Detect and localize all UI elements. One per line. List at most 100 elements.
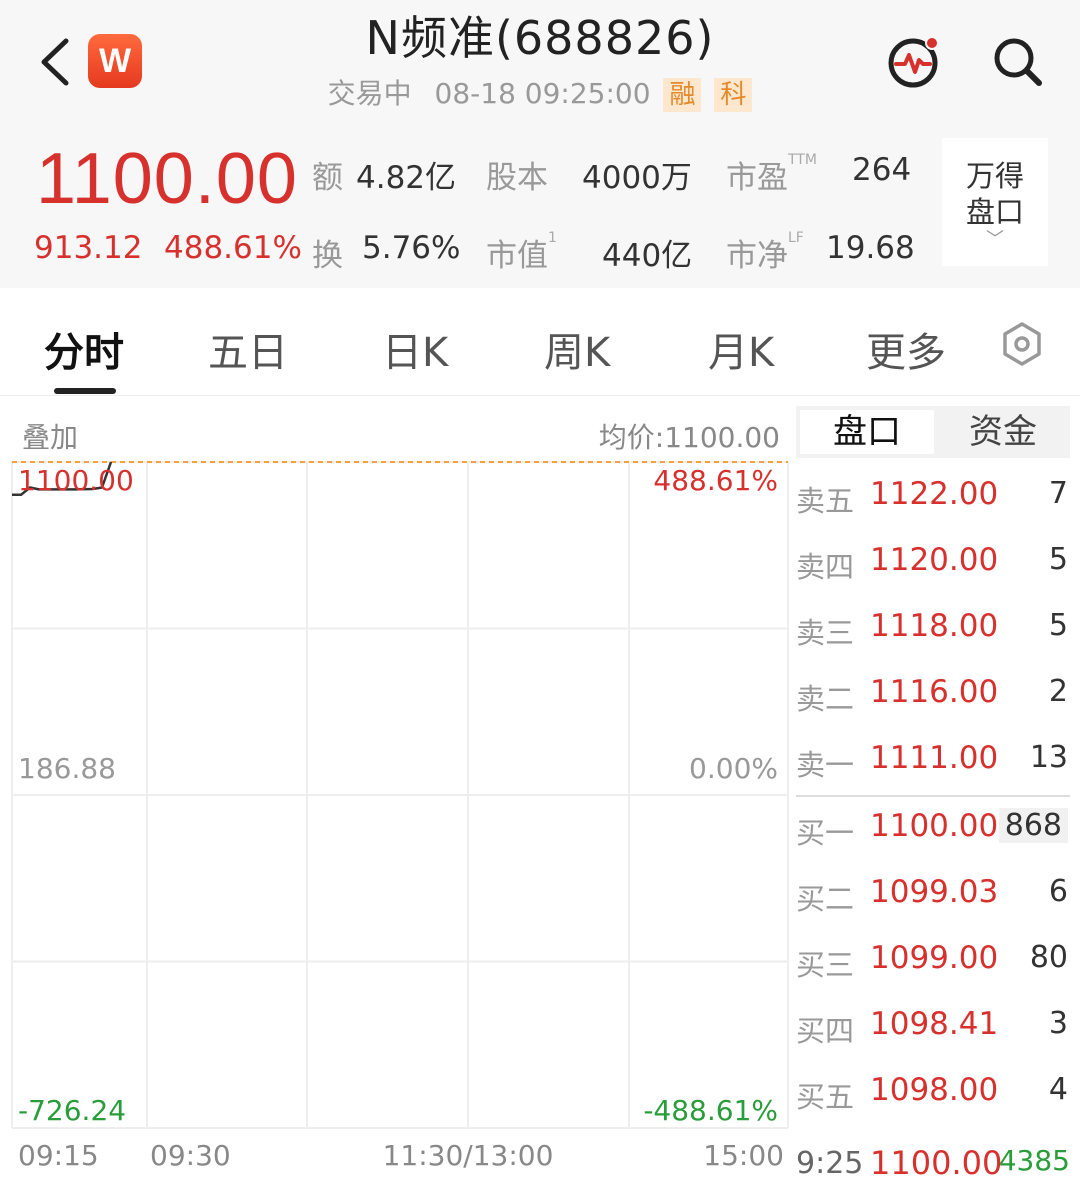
ask-volume: 13 xyxy=(1029,740,1068,775)
overlay-button[interactable]: 叠加 xyxy=(22,416,78,456)
ask-label: 卖一 xyxy=(796,748,855,782)
bid-volume: 80 xyxy=(1029,940,1068,975)
tab-intraday[interactable]: 分时 xyxy=(44,320,124,378)
ask-row-3: 卖三 1118.00 5 xyxy=(796,598,1070,654)
wande-orderbook-button[interactable]: 万得 盘口 ﹀ xyxy=(942,138,1048,266)
ask-price: 1122.00 xyxy=(870,476,999,512)
bid-price: 1098.00 xyxy=(870,1072,999,1108)
chevron-down-icon: ﹀ xyxy=(986,229,1004,250)
share-capital-value: 4000万 xyxy=(582,160,692,196)
ask-label: 卖四 xyxy=(796,550,855,584)
tab-five-day[interactable]: 五日 xyxy=(208,320,288,378)
ask-volume: 2 xyxy=(1048,674,1068,709)
header: W N频准(688826) 交易中 08-18 09:25:00 融 科 xyxy=(0,0,1080,130)
market-cap-value: 440亿 xyxy=(602,238,693,274)
bid-price: 1098.41 xyxy=(870,1006,999,1042)
y-label-right: 488.61% xyxy=(653,464,778,497)
chart-period-tabs: 分时 五日 日K 周K 月K 更多 xyxy=(0,288,1080,396)
trade-price: 1100.00 xyxy=(870,1144,1003,1182)
x-label: 15:00 xyxy=(703,1139,784,1172)
pb-label: 市净LF xyxy=(726,230,804,274)
pb-value: 19.68 xyxy=(826,230,915,266)
share-capital-label: 股本 xyxy=(486,160,548,196)
turnover-label: 换 xyxy=(312,238,343,274)
trade-volume: 4385 xyxy=(998,1144,1070,1177)
y-label-right: 0.00% xyxy=(689,752,778,785)
tab-daily-k[interactable]: 日K xyxy=(382,320,448,378)
search-icon[interactable] xyxy=(992,36,1044,88)
x-label: 09:30 xyxy=(150,1139,231,1172)
y-label-right: -488.61% xyxy=(643,1094,778,1127)
wande-button-line2: 盘口 xyxy=(965,195,1024,229)
bid-price: 1099.03 xyxy=(870,874,999,910)
tab-more[interactable]: 更多 xyxy=(866,320,946,378)
bid-price: 1099.00 xyxy=(870,940,999,976)
ask-volume: 5 xyxy=(1048,608,1068,643)
bid-price: 1100.00 xyxy=(870,808,999,844)
trading-status: 交易中 xyxy=(327,77,412,110)
ask-label: 卖三 xyxy=(796,616,855,650)
tab-weekly-k[interactable]: 周K xyxy=(544,320,610,378)
ask-label: 卖五 xyxy=(796,484,855,518)
y-label-left: 1100.00 xyxy=(18,464,134,497)
x-label: 11:30/13:00 xyxy=(383,1139,554,1172)
settings-icon[interactable] xyxy=(998,320,1046,368)
current-price: 1100.00 xyxy=(36,139,298,219)
pe-value: 264 xyxy=(852,152,912,188)
order-book-divider xyxy=(796,795,1070,797)
active-tab-indicator xyxy=(54,388,116,394)
trade-time: 9:25 xyxy=(796,1146,864,1181)
bid-volume: 868 xyxy=(998,808,1068,843)
y-label-left: -726.24 xyxy=(18,1094,126,1127)
ask-row-1: 卖一 1111.00 13 xyxy=(796,730,1070,786)
pe-label: 市盈TTM xyxy=(726,152,817,196)
last-trade-row: 9:25 1100.00 4385 xyxy=(796,1140,1080,1200)
ask-price: 1118.00 xyxy=(870,608,999,644)
bid-label: 买二 xyxy=(796,882,855,916)
wande-button-line1: 万得 xyxy=(965,159,1024,193)
ask-row-4: 卖四 1120.00 5 xyxy=(796,532,1070,588)
bid-label: 买一 xyxy=(796,816,855,850)
ask-row-5: 卖五 1122.00 7 xyxy=(796,466,1070,522)
amount-value: 4.82亿 xyxy=(356,160,457,196)
market-cap-label: 市值1 xyxy=(486,230,557,274)
bid-row-3: 买三 1099.00 80 xyxy=(796,930,1070,986)
y-label-left: 186.88 xyxy=(18,752,116,785)
ask-label: 卖二 xyxy=(796,682,855,716)
ask-price: 1111.00 xyxy=(870,740,999,776)
bid-row-5: 买五 1098.00 4 xyxy=(796,1062,1070,1118)
amount-label: 额 xyxy=(312,160,343,196)
intraday-chart[interactable]: 1100.00 186.88 -726.24 488.61% 0.00% -488.61%… xyxy=(0,460,790,1180)
bid-label: 买五 xyxy=(796,1080,855,1114)
price-change-pct: 488.61% xyxy=(164,230,302,266)
ask-volume: 7 xyxy=(1048,476,1068,511)
average-price: 均价:1100.00 xyxy=(598,421,780,454)
tab-order-book[interactable]: 盘口 xyxy=(800,410,934,454)
bid-row-1: 买一 1100.00 868 xyxy=(796,798,1070,854)
bid-label: 买四 xyxy=(796,1014,855,1048)
pulse-icon[interactable] xyxy=(886,34,942,90)
tab-monthly-k[interactable]: 月K xyxy=(708,320,774,378)
bid-row-4: 买四 1098.41 3 xyxy=(796,996,1070,1052)
quote-datetime: 08-18 09:25:00 xyxy=(434,77,651,110)
chart-header: 叠加 均价:1100.00 xyxy=(0,396,790,460)
chart-grid xyxy=(11,461,789,1129)
ask-price: 1116.00 xyxy=(870,674,999,710)
order-book-tabs: 盘口 资金 xyxy=(796,406,1070,458)
quote-summary: 1100.00 913.12 488.61% 额 4.82亿 换 5.76% 股… xyxy=(0,130,1080,288)
bid-volume: 4 xyxy=(1048,1072,1068,1107)
bid-label: 买三 xyxy=(796,948,855,982)
bid-row-2: 买二 1099.03 6 xyxy=(796,864,1070,920)
chart-x-labels: 09:15 09:30 11:30/13:00 15:00 xyxy=(18,1139,784,1172)
margin-tag: 融 xyxy=(663,78,702,112)
price-change: 913.12 xyxy=(34,230,143,266)
tab-capital-flow[interactable]: 资金 xyxy=(936,406,1070,458)
turnover-value: 5.76% xyxy=(362,230,461,266)
bid-volume: 6 xyxy=(1048,874,1068,909)
ask-price: 1120.00 xyxy=(870,542,999,578)
x-label: 09:15 xyxy=(18,1139,99,1172)
ask-row-2: 卖二 1116.00 2 xyxy=(796,664,1070,720)
star-market-tag: 科 xyxy=(714,78,753,112)
ask-volume: 5 xyxy=(1048,542,1068,577)
bid-volume: 3 xyxy=(1048,1006,1068,1041)
